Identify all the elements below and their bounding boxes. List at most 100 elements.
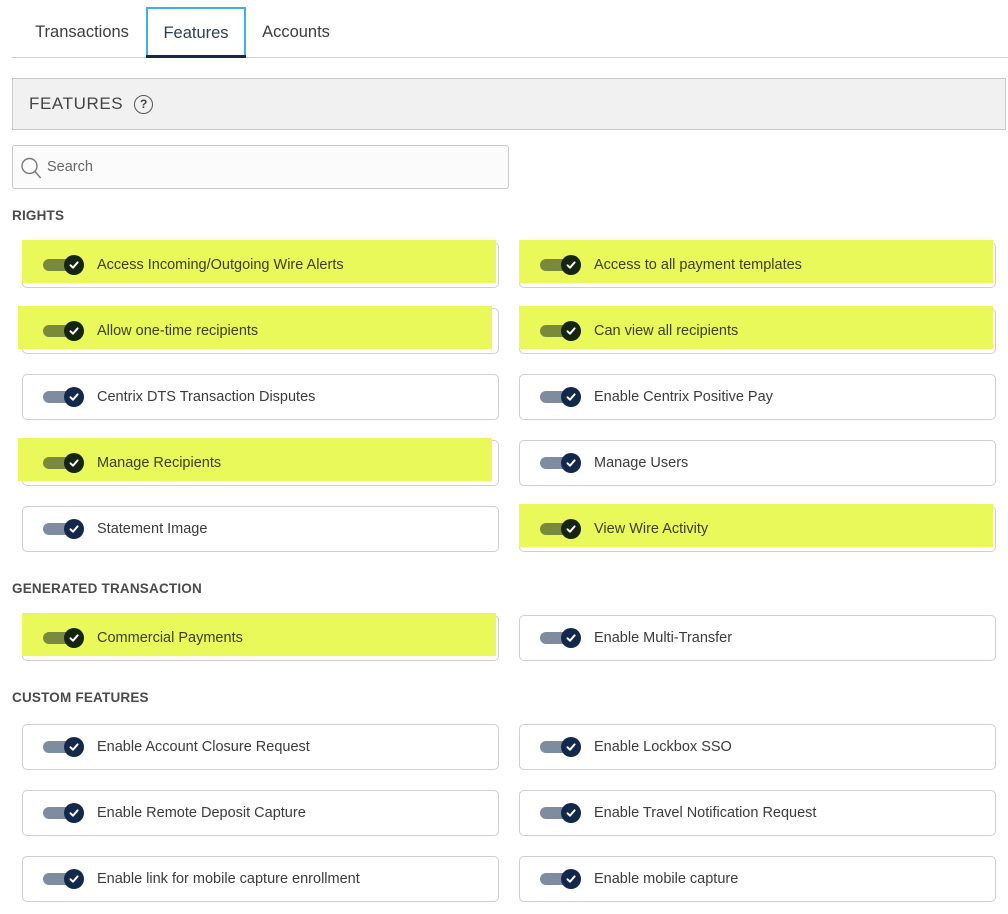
- feature-toggle[interactable]: [43, 802, 85, 824]
- feature-label: Enable Remote Deposit Capture: [97, 805, 306, 821]
- feature-label: Enable Centrix Positive Pay: [594, 389, 773, 405]
- feature-row: Statement Image: [43, 507, 207, 551]
- feature-toggle[interactable]: [43, 254, 85, 276]
- feature-label: Enable Lockbox SSO: [594, 739, 732, 755]
- feature-toggle[interactable]: [540, 320, 582, 342]
- checkmark-icon: [561, 453, 581, 473]
- feature-row: Centrix DTS Transaction Disputes: [43, 375, 315, 419]
- feature-card[interactable]: View Wire Activity: [519, 504, 996, 552]
- checkmark-icon: [561, 803, 581, 823]
- feature-row: Commercial Payments: [43, 616, 243, 660]
- feature-label: Statement Image: [97, 521, 208, 537]
- checkmark-icon: [561, 519, 581, 539]
- feature-toggle[interactable]: [540, 518, 582, 540]
- feature-toggle[interactable]: [43, 452, 85, 474]
- feature-label: Enable Account Closure Request: [97, 739, 310, 755]
- feature-row: Enable mobile capture: [540, 857, 738, 901]
- checkmark-icon: [64, 737, 84, 757]
- feature-card[interactable]: Manage Recipients: [18, 438, 499, 486]
- feature-card[interactable]: Enable Multi-Transfer: [519, 615, 996, 661]
- feature-label: View Wire Activity: [594, 521, 709, 537]
- section-title-generated-transaction: GENERATED TRANSACTION: [12, 581, 202, 596]
- feature-row: Enable Centrix Positive Pay: [540, 375, 773, 419]
- feature-card[interactable]: Enable Account Closure Request: [22, 724, 499, 770]
- feature-label: Enable link for mobile capture enrollmen…: [97, 871, 360, 887]
- feature-toggle[interactable]: [540, 736, 582, 758]
- feature-card[interactable]: Centrix DTS Transaction Disputes: [22, 374, 499, 420]
- checkmark-icon: [64, 803, 84, 823]
- feature-row: Manage Recipients: [43, 441, 221, 485]
- search-box: [12, 145, 509, 189]
- tab-accounts[interactable]: Accounts: [248, 7, 344, 57]
- feature-card[interactable]: Enable mobile capture: [519, 856, 996, 902]
- feature-card[interactable]: Enable Remote Deposit Capture: [22, 790, 499, 836]
- feature-card[interactable]: Statement Image: [22, 506, 499, 552]
- page-title: FEATURES: [29, 94, 124, 113]
- checkmark-icon: [64, 453, 84, 473]
- feature-row: View Wire Activity: [540, 507, 708, 551]
- search-icon: [21, 157, 42, 179]
- feature-label: Commercial Payments: [97, 630, 243, 646]
- feature-label: Can view all recipients: [594, 323, 739, 339]
- feature-toggle[interactable]: [540, 802, 582, 824]
- feature-toggle[interactable]: [43, 386, 85, 408]
- feature-card[interactable]: Manage Users: [519, 440, 996, 486]
- feature-toggle[interactable]: [540, 452, 582, 474]
- feature-toggle[interactable]: [540, 254, 582, 276]
- feature-toggle[interactable]: [540, 627, 582, 649]
- feature-card[interactable]: Can view all recipients: [519, 306, 996, 354]
- checkmark-icon: [64, 628, 84, 648]
- feature-label: Allow one-time recipients: [97, 323, 259, 339]
- feature-toggle[interactable]: [43, 736, 85, 758]
- feature-card[interactable]: Enable link for mobile capture enrollmen…: [22, 856, 499, 902]
- feature-label: Manage Users: [594, 455, 689, 471]
- feature-row: Manage Users: [540, 441, 688, 485]
- feature-row: Access Incoming/Outgoing Wire Alerts: [43, 243, 344, 287]
- feature-card[interactable]: Commercial Payments: [22, 613, 499, 661]
- feature-card[interactable]: Enable Travel Notification Request: [519, 790, 996, 836]
- checkmark-icon: [64, 387, 84, 407]
- feature-toggle[interactable]: [43, 868, 85, 890]
- tab-features[interactable]: Features: [146, 7, 246, 58]
- feature-card[interactable]: Access to all payment templates: [519, 240, 996, 288]
- checkmark-icon: [561, 321, 581, 341]
- feature-label: Enable mobile capture: [594, 871, 739, 887]
- feature-row: Can view all recipients: [540, 309, 738, 353]
- feature-row: Enable link for mobile capture enrollmen…: [43, 857, 360, 901]
- feature-label: Access Incoming/Outgoing Wire Alerts: [97, 257, 344, 273]
- checkmark-icon: [64, 869, 84, 889]
- question-circle-icon[interactable]: ?: [134, 94, 154, 114]
- checkmark-icon: [64, 321, 84, 341]
- feature-row: Access to all payment templates: [540, 243, 802, 287]
- checkmark-icon: [561, 387, 581, 407]
- feature-row: Enable Multi-Transfer: [540, 616, 732, 660]
- feature-label: Centrix DTS Transaction Disputes: [97, 389, 316, 405]
- feature-card[interactable]: Enable Lockbox SSO: [519, 724, 996, 770]
- feature-label: Manage Recipients: [97, 455, 222, 471]
- feature-label: Enable Travel Notification Request: [594, 805, 817, 821]
- feature-card[interactable]: Access Incoming/Outgoing Wire Alerts: [22, 240, 499, 288]
- feature-toggle[interactable]: [540, 868, 582, 890]
- checkmark-icon: [64, 255, 84, 275]
- feature-row: Enable Remote Deposit Capture: [43, 791, 306, 835]
- feature-toggle[interactable]: [43, 518, 85, 540]
- feature-card[interactable]: Enable Centrix Positive Pay: [519, 374, 996, 420]
- feature-label: Access to all payment templates: [594, 257, 802, 273]
- feature-label: Enable Multi-Transfer: [594, 630, 733, 646]
- search-input[interactable]: [47, 146, 497, 188]
- tab-bar: Transactions Features Accounts: [12, 7, 1008, 58]
- checkmark-icon: [561, 255, 581, 275]
- tab-transactions[interactable]: Transactions: [20, 7, 144, 57]
- feature-row: Enable Lockbox SSO: [540, 725, 732, 769]
- feature-row: Enable Travel Notification Request: [540, 791, 816, 835]
- feature-toggle[interactable]: [540, 386, 582, 408]
- checkmark-icon: [561, 869, 581, 889]
- feature-card[interactable]: Allow one-time recipients: [18, 306, 499, 354]
- checkmark-icon: [561, 628, 581, 648]
- feature-toggle[interactable]: [43, 320, 85, 342]
- features-header: FEATURES ?: [12, 78, 1006, 130]
- feature-row: Allow one-time recipients: [43, 309, 258, 353]
- feature-toggle[interactable]: [43, 627, 85, 649]
- section-title-custom-features: CUSTOM FEATURES: [12, 690, 149, 705]
- feature-row: Enable Account Closure Request: [43, 725, 310, 769]
